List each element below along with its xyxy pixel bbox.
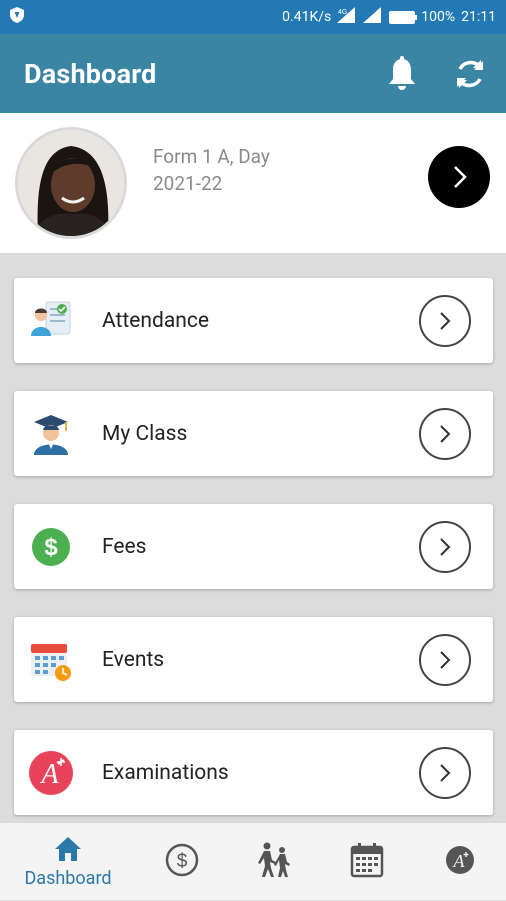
profile-open-button[interactable] — [428, 146, 490, 208]
chevron-right-icon[interactable] — [419, 521, 471, 573]
chevron-right-icon[interactable] — [419, 295, 471, 347]
attendance-icon — [28, 298, 74, 344]
menu-item-fees[interactable]: $ Fees — [14, 504, 493, 589]
menu-label: Events — [102, 647, 165, 672]
profile-year: 2021-22 — [153, 172, 223, 195]
chevron-right-icon[interactable] — [419, 408, 471, 460]
shield-icon — [10, 7, 24, 27]
nav-activities[interactable] — [250, 823, 298, 901]
svg-text:A: A — [39, 759, 59, 790]
menu-item-events[interactable]: Events — [14, 617, 493, 702]
nav-dashboard-label: Dashboard — [24, 867, 112, 889]
home-icon — [54, 836, 82, 866]
nav-dashboard[interactable]: Dashboard — [16, 823, 120, 901]
signal-icon — [363, 7, 383, 27]
menu-label: Attendance — [102, 308, 209, 333]
page-title: Dashboard — [24, 57, 157, 90]
menu-label: My Class — [102, 421, 188, 446]
bottom-navigation: Dashboard $ A — [0, 822, 506, 900]
svg-text:$: $ — [44, 534, 58, 561]
nav-fees[interactable]: $ — [158, 823, 206, 901]
calendar-icon — [350, 842, 384, 882]
graduate-icon — [28, 411, 74, 457]
menu-label: Examinations — [102, 760, 229, 785]
bell-icon[interactable] — [382, 54, 422, 94]
nav-examinations[interactable]: A — [436, 823, 484, 901]
menu-label: Fees — [102, 534, 147, 559]
exam-icon: A — [444, 844, 476, 880]
profile-class: Form 1 A, Day — [153, 145, 270, 168]
menu-item-examinations[interactable]: A Examinations — [14, 730, 493, 815]
dollar-icon: $ — [164, 842, 200, 882]
svg-text:4G: 4G — [338, 9, 347, 16]
dollar-icon: $ — [28, 524, 74, 570]
battery-icon — [389, 10, 418, 24]
network-speed: 0.41K/s — [282, 9, 332, 25]
svg-text:$: $ — [177, 851, 188, 872]
hiking-icon — [254, 842, 294, 882]
clock: 21:11 — [461, 9, 496, 25]
refresh-icon[interactable] — [450, 54, 490, 94]
avatar — [15, 127, 127, 239]
menu-item-my-class[interactable]: My Class — [14, 391, 493, 476]
signal-4g-icon: 4G — [337, 7, 357, 27]
app-bar: Dashboard — [0, 34, 506, 113]
nav-events[interactable] — [343, 823, 391, 901]
calendar-icon — [28, 637, 74, 683]
chevron-right-icon[interactable] — [419, 634, 471, 686]
chevron-right-icon[interactable] — [419, 747, 471, 799]
battery-level: 100% — [421, 9, 456, 25]
exam-icon: A — [28, 750, 74, 796]
menu-item-attendance[interactable]: Attendance — [14, 278, 493, 363]
status-bar: 0.41K/s 4G 100% 21:11 — [0, 0, 506, 34]
